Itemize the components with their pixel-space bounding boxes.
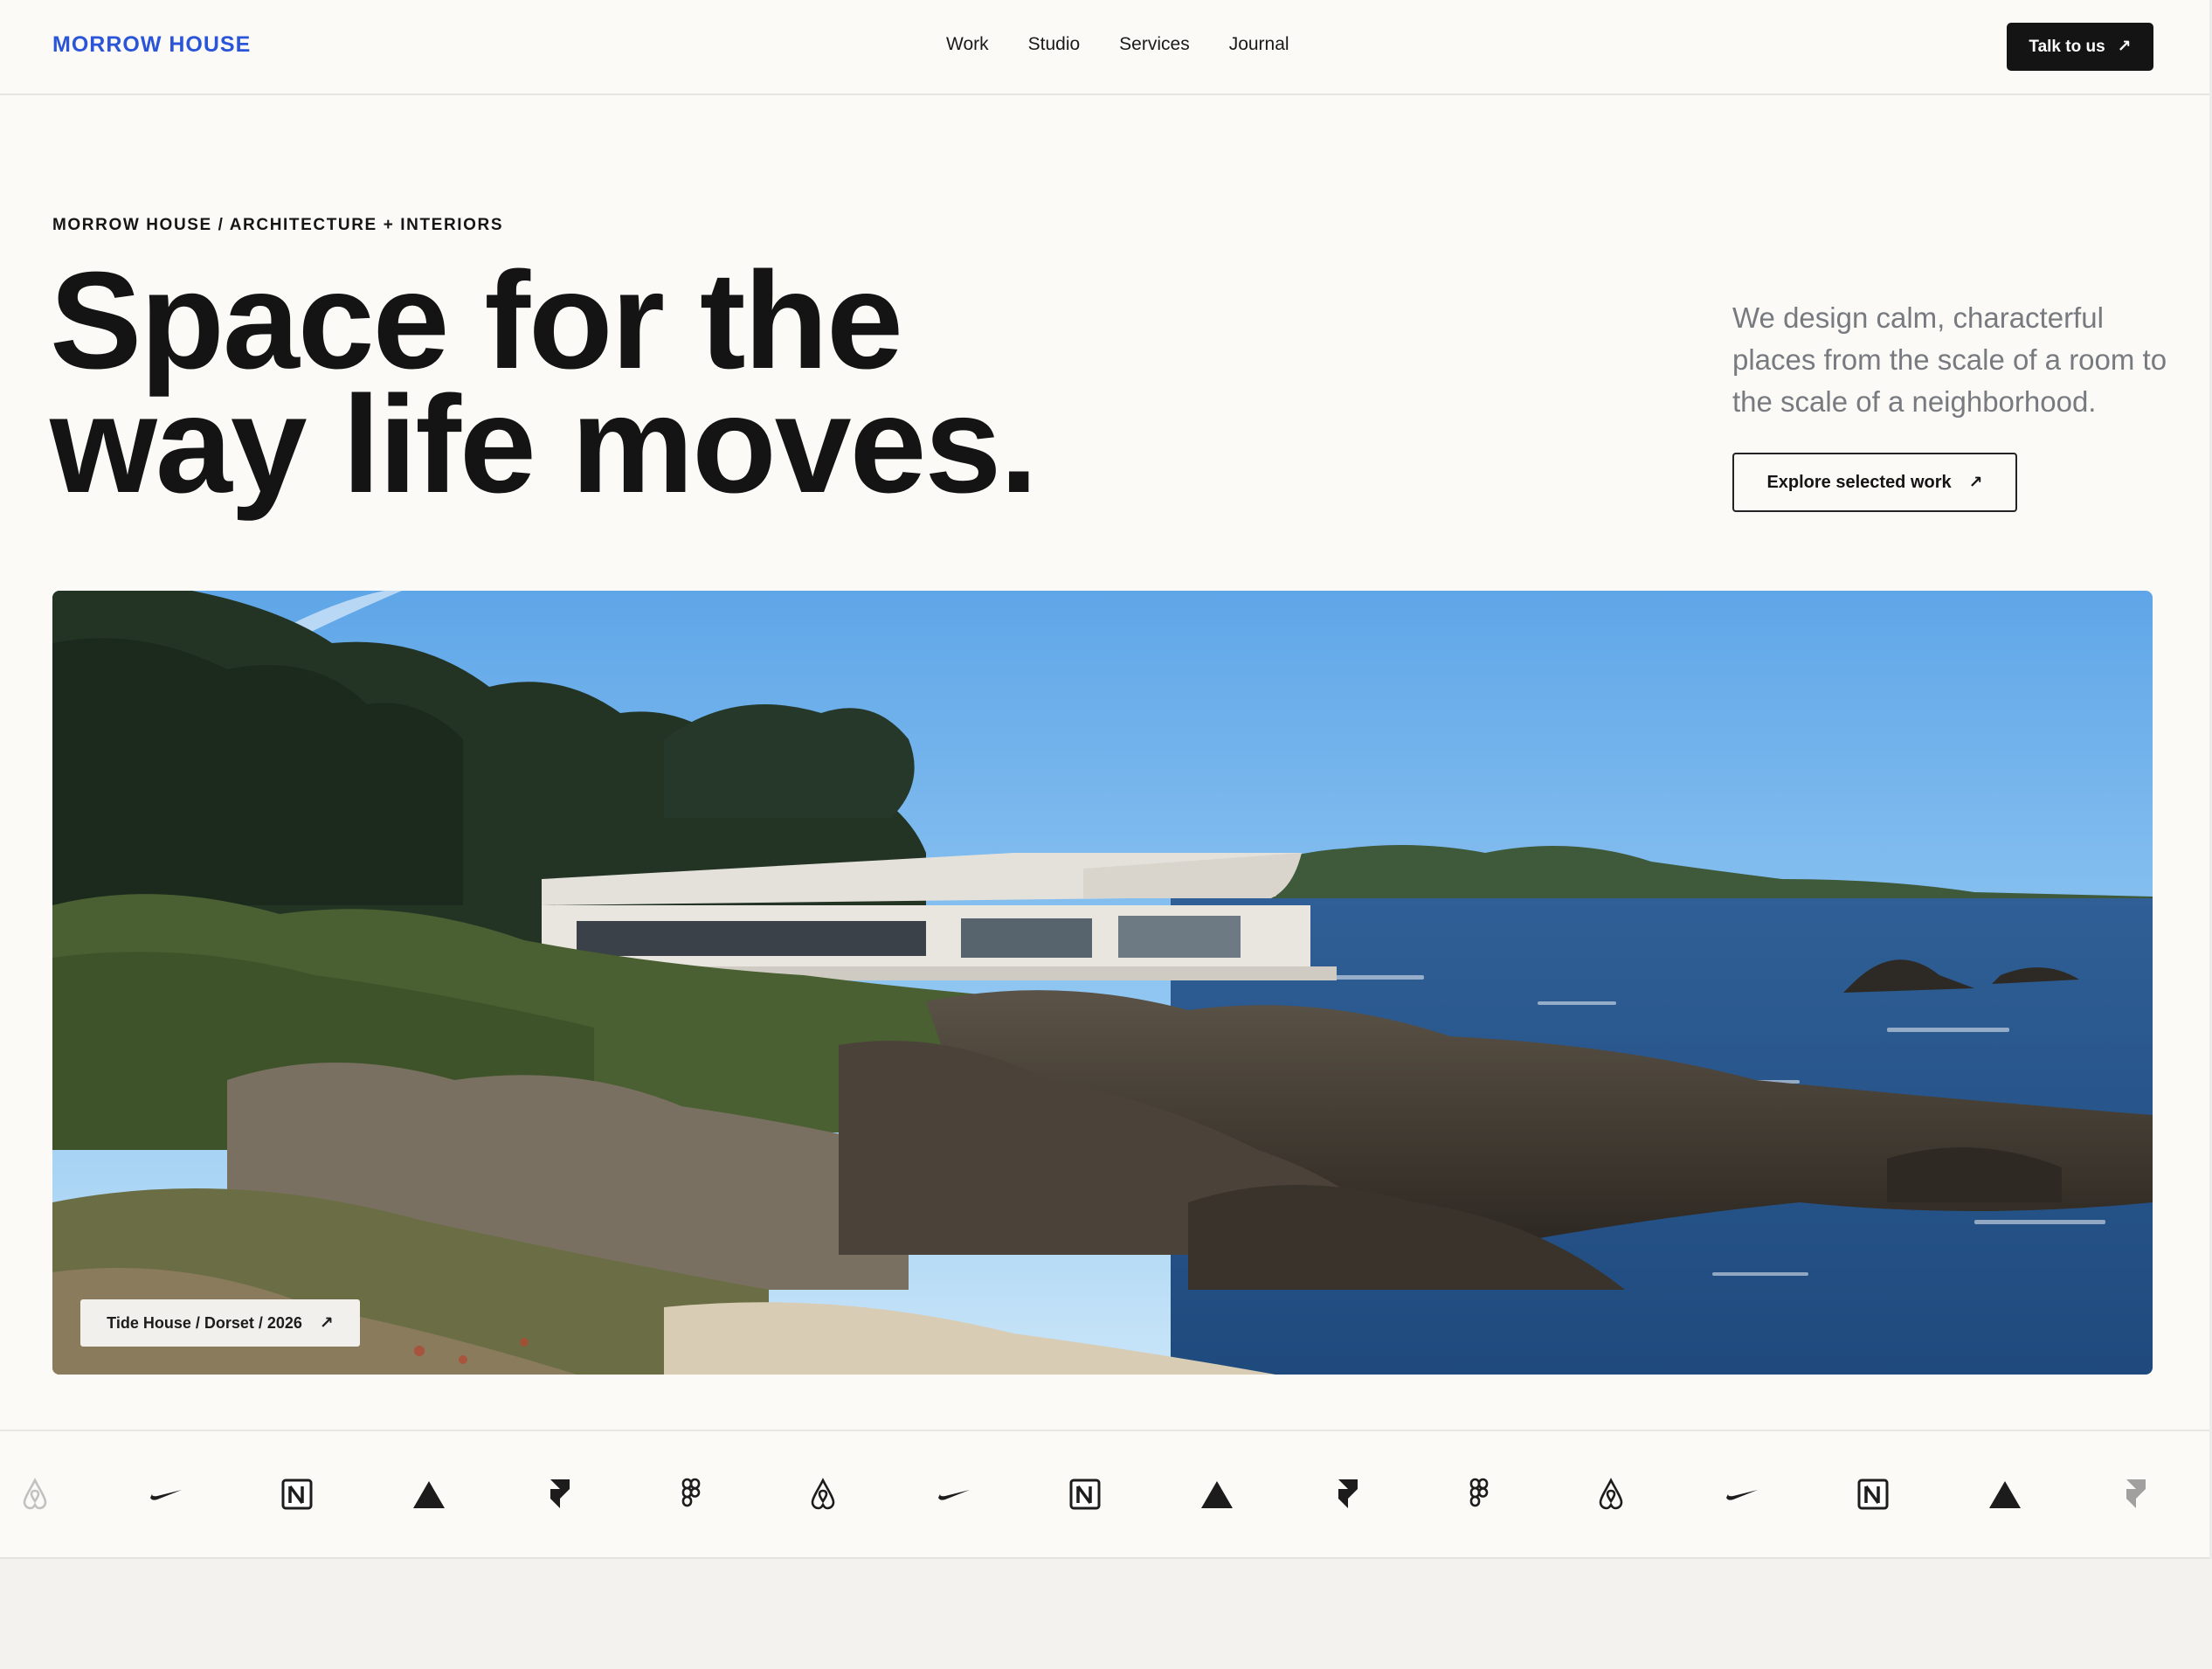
- notion-logo-icon: [1854, 1475, 1892, 1513]
- arrow-up-right-icon: ↗: [319, 1313, 334, 1333]
- talk-to-us-button[interactable]: Talk to us ↗: [2007, 23, 2153, 71]
- airbnb-logo-icon: [16, 1475, 54, 1513]
- framer-logo-icon: [541, 1475, 579, 1513]
- project-caption-label: Tide House / Dorset / 2026: [107, 1313, 302, 1332]
- arrow-up-right-icon: ↗: [2117, 38, 2132, 56]
- page: MORROW HOUSE Work Studio Services Journa…: [0, 0, 2212, 1669]
- nav-link-services[interactable]: Services: [1119, 34, 1190, 55]
- nav-link-work[interactable]: Work: [946, 34, 989, 55]
- notion-logo-icon: [1066, 1475, 1104, 1513]
- framer-logo-icon: [2117, 1475, 2155, 1513]
- site-header: MORROW HOUSE Work Studio Services Journa…: [0, 0, 2209, 95]
- photo-illustration: [52, 591, 2153, 1375]
- next-section-band: [0, 1559, 2212, 1669]
- nav-link-journal[interactable]: Journal: [1229, 34, 1289, 55]
- vercel-triangle-icon: [1986, 1475, 2024, 1513]
- hero-headline-line-2: way life moves.: [50, 368, 1038, 522]
- nike-swoosh-icon: [147, 1475, 185, 1513]
- project-caption[interactable]: Tide House / Dorset / 2026 ↗: [80, 1299, 360, 1347]
- nike-swoosh-icon: [935, 1475, 973, 1513]
- notion-logo-icon: [278, 1475, 316, 1513]
- main-nav: Work Studio Services Journal: [946, 34, 1289, 55]
- brand-logo[interactable]: MORROW HOUSE: [52, 32, 251, 58]
- hero-eyebrow: MORROW HOUSE / ARCHITECTURE + INTERIORS: [52, 216, 504, 234]
- explore-label: Explore selected work: [1766, 472, 1952, 492]
- hero-headline-line-1: Space for the: [50, 244, 903, 398]
- figma-logo-icon: [672, 1475, 710, 1513]
- talk-to-us-label: Talk to us: [2029, 37, 2105, 56]
- hero-description: We design calm, characterful places from…: [1732, 301, 2167, 418]
- nav-link-studio[interactable]: Studio: [1028, 34, 1081, 55]
- airbnb-logo-icon: [1592, 1475, 1630, 1513]
- arrow-up-right-icon: ↗: [1968, 473, 1983, 492]
- figma-logo-icon: [1460, 1475, 1498, 1513]
- hero-headline: Space for the way life moves.: [50, 244, 1098, 522]
- explore-selected-work-button[interactable]: Explore selected work ↗: [1732, 453, 2017, 512]
- coastal-house-photo[interactable]: Tide House / Dorset / 2026 ↗: [52, 591, 2153, 1375]
- airbnb-logo-icon: [804, 1475, 842, 1513]
- framer-logo-icon: [1329, 1475, 1367, 1513]
- vercel-triangle-icon: [1198, 1475, 1236, 1513]
- vercel-triangle-icon: [410, 1475, 448, 1513]
- client-logo-strip: [0, 1430, 2209, 1559]
- nike-swoosh-icon: [1723, 1475, 1761, 1513]
